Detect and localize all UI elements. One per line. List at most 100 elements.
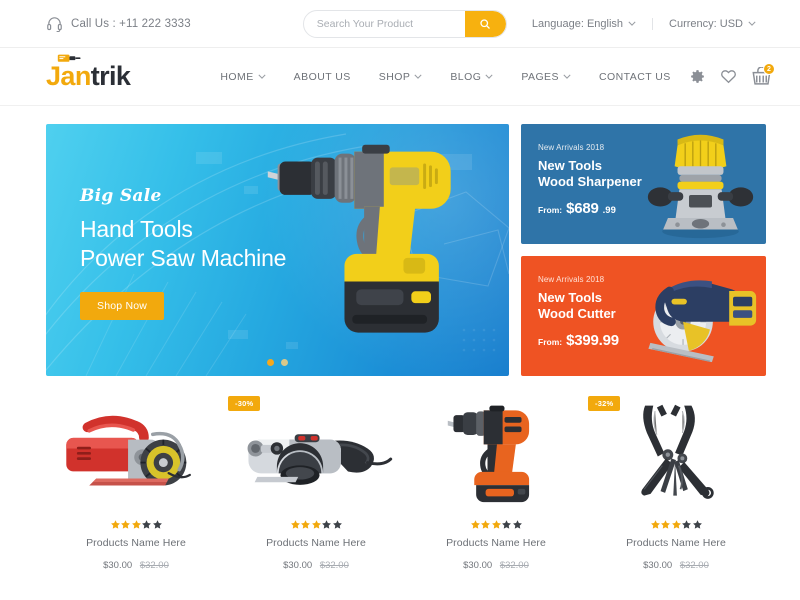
- site-header: Jan trik HOME ABOUT US SHOP BLOG PAGES C…: [0, 48, 800, 106]
- star-icon-filled: [650, 520, 660, 529]
- discount-badge: -32%: [588, 396, 621, 411]
- nav-item-home[interactable]: HOME: [206, 71, 279, 83]
- nav-item-contact-us[interactable]: CONTACT US: [585, 71, 685, 83]
- header-icon-group: 2: [689, 63, 775, 86]
- product-name: Products Name Here: [266, 537, 366, 549]
- language-label: Language: English: [531, 17, 624, 30]
- shop-now-button[interactable]: Shop Now: [80, 291, 165, 320]
- carousel-dot-2[interactable]: [281, 359, 288, 366]
- star-icon-filled: [491, 520, 501, 529]
- hero-copy: Big Sale Hand Tools Power Saw Machine Sh…: [80, 186, 286, 320]
- product-price: $30.00 $32.00: [406, 560, 586, 571]
- rating-stars: [406, 520, 586, 529]
- chevron-down-icon: [258, 74, 266, 79]
- main-navigation: HOME ABOUT US SHOP BLOG PAGES CONTACT US: [206, 71, 684, 83]
- promo-product-image-router: [647, 134, 754, 239]
- product-price-old: $32.00: [499, 560, 529, 571]
- chevron-down-icon: [414, 74, 422, 79]
- star-icon-empty: [142, 520, 151, 529]
- nav-label: BLOG: [450, 70, 482, 83]
- main-stage: Big Sale Hand Tools Power Saw Machine Sh…: [0, 106, 800, 376]
- call-us-text: Call Us : +11 222 3333: [71, 17, 191, 30]
- promo-from-label: From:: [538, 204, 563, 215]
- promo-price-amount: $689: [566, 199, 599, 217]
- product-price-current: $30.00: [643, 560, 673, 571]
- chevron-down-icon: [748, 21, 756, 26]
- discount-badge: -30%: [228, 396, 261, 411]
- product-price-current: $30.00: [283, 560, 313, 571]
- star-icon-filled: [131, 520, 141, 529]
- carousel-dots: [46, 359, 509, 366]
- product-price-current: $30.00: [463, 560, 493, 571]
- product-grid: Products Name Here $30.00 $32.00 -30% Pr…: [0, 376, 800, 571]
- star-icon-filled: [470, 520, 480, 529]
- nav-item-pages[interactable]: PAGES: [507, 71, 585, 83]
- logo[interactable]: Jan trik: [46, 54, 131, 91]
- search-input[interactable]: [303, 10, 465, 37]
- rating-stars: [226, 520, 406, 529]
- hero-title-line2: Power Saw Machine: [80, 244, 287, 271]
- star-icon-empty: [512, 520, 522, 529]
- product-price: $30.00 $32.00: [586, 560, 766, 571]
- nav-label: HOME: [220, 70, 254, 83]
- gear-icon[interactable]: [689, 68, 706, 85]
- product-card[interactable]: -30% Products Name Here $30.00 $32.00: [226, 396, 406, 571]
- star-icon-filled: [121, 520, 130, 529]
- search-button[interactable]: [464, 10, 506, 37]
- product-price: $30.00 $32.00: [226, 560, 406, 571]
- headset-icon: [46, 15, 63, 33]
- product-card[interactable]: -32% Products Name Here $30.00 $32.00: [586, 396, 766, 571]
- product-image-orange-cordless-drill: [406, 400, 586, 504]
- product-name: Products Name Here: [626, 537, 726, 549]
- product-card[interactable]: Products Name Here $30.00 $32.00: [406, 396, 586, 571]
- drill-logo-icon: [57, 54, 81, 62]
- promo-from-label: From:: [538, 336, 563, 347]
- hero-product-image: [267, 144, 451, 333]
- star-icon-filled: [661, 520, 670, 529]
- product-name: Products Name Here: [446, 537, 546, 549]
- heart-icon[interactable]: [720, 68, 737, 85]
- promo-card-wood-cutter[interactable]: New Arrivals 2018 New Tools Wood Cutter …: [521, 256, 766, 376]
- star-icon-empty: [322, 520, 331, 529]
- product-price-old: $32.00: [139, 560, 169, 571]
- star-icon-filled: [671, 520, 681, 529]
- chevron-down-icon: [628, 21, 636, 26]
- promo-card-wood-sharpener[interactable]: New Arrivals 2018 New Tools Wood Sharpen…: [521, 124, 766, 244]
- call-us: Call Us : +11 222 3333: [46, 15, 191, 33]
- product-price-old: $32.00: [679, 560, 709, 571]
- hero-title-line1: Hand Tools: [80, 216, 193, 242]
- currency-selector[interactable]: Currency: USD: [653, 18, 772, 30]
- nav-label: PAGES: [521, 70, 559, 83]
- product-card[interactable]: Products Name Here $30.00 $32.00: [46, 396, 226, 571]
- promo-product-image-circular-saw: [648, 280, 757, 363]
- promo-price-amount: $399.99: [566, 331, 619, 349]
- carousel-dot-1[interactable]: [267, 359, 274, 366]
- star-icon-empty: [502, 520, 511, 529]
- chevron-down-icon: [485, 74, 493, 79]
- nav-label: SHOP: [378, 70, 411, 83]
- promo-column: New Arrivals 2018 New Tools Wood Sharpen…: [521, 124, 766, 376]
- product-price-old: $32.00: [319, 560, 349, 571]
- product-price-current: $30.00: [103, 560, 133, 571]
- star-icon-filled: [110, 520, 120, 529]
- product-image-grey-angle-grinder: [226, 400, 406, 504]
- star-icon-empty: [332, 520, 342, 529]
- product-image-black-multi-tool: [586, 400, 766, 504]
- promo-price-cents: .99: [602, 204, 616, 216]
- hero-banner[interactable]: Big Sale Hand Tools Power Saw Machine Sh…: [46, 124, 509, 376]
- cart-icon[interactable]: 2: [751, 63, 775, 86]
- nav-item-blog[interactable]: BLOG: [436, 71, 507, 83]
- nav-item-about-us[interactable]: ABOUT US: [280, 71, 365, 83]
- nav-item-shop[interactable]: SHOP: [365, 71, 437, 83]
- logo-text-primary: Jan: [46, 61, 91, 91]
- product-name: Products Name Here: [86, 537, 186, 549]
- star-icon-empty: [682, 520, 691, 529]
- rating-stars: [586, 520, 766, 529]
- star-icon-filled: [311, 520, 321, 529]
- language-selector[interactable]: Language: English: [516, 17, 654, 30]
- nav-label: CONTACT US: [598, 70, 671, 83]
- search-bar[interactable]: [302, 9, 507, 38]
- top-bar: Call Us : +11 222 3333 Language: English…: [0, 0, 800, 48]
- star-icon-filled: [290, 520, 300, 529]
- top-bar-options: Language: English Currency: USD: [516, 17, 772, 30]
